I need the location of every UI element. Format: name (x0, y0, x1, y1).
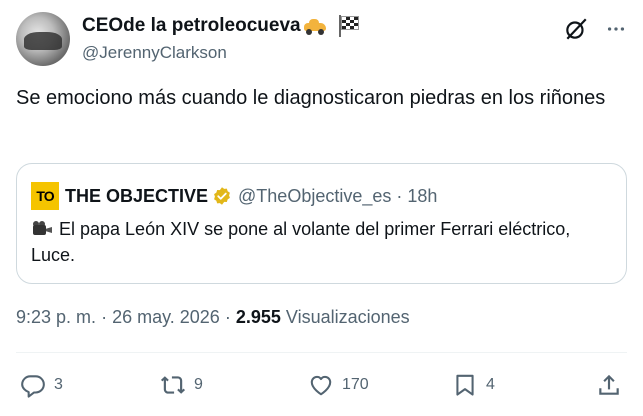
author-display-name[interactable]: CEOde la petroleocueva (82, 14, 359, 38)
share-button[interactable] (596, 372, 622, 398)
divider (16, 352, 627, 353)
like-count: 170 (342, 376, 369, 393)
like-button[interactable]: 170 (308, 372, 369, 398)
views-label[interactable]: Visualizaciones (286, 307, 410, 327)
bookmark-button[interactable]: 4 (452, 372, 495, 398)
repost-count: 9 (194, 376, 203, 393)
more-options-icon[interactable] (605, 18, 627, 40)
avatar[interactable] (16, 12, 70, 66)
quoted-tweet-time[interactable]: 18h (407, 186, 437, 207)
heart-icon (310, 375, 332, 396)
views-count[interactable]: 2.955 (236, 307, 281, 327)
tweet-time[interactable]: 9:23 p. m. (16, 307, 96, 327)
repost-icon (160, 376, 186, 394)
bookmark-count: 4 (486, 376, 495, 393)
separator-dot: · (224, 307, 231, 327)
share-icon (599, 374, 619, 395)
separator-dot: · (396, 185, 403, 206)
tweet-header: CEOde la petroleocueva @JerennyClarkson (16, 12, 627, 68)
separator-dot: · (101, 307, 108, 327)
reply-icon (21, 375, 45, 398)
quoted-author-name[interactable]: THE OBJECTIVE (65, 186, 208, 207)
verified-badge-icon (214, 187, 230, 205)
grok-icon[interactable] (563, 16, 589, 42)
the-objective-logo[interactable]: TO (31, 182, 59, 210)
checkered-flag-icon (337, 15, 359, 37)
quoted-tweet[interactable]: TO THE OBJECTIVE @TheObjective_es · 18h … (16, 163, 627, 284)
repost-button[interactable]: 9 (160, 372, 203, 398)
quoted-author-handle[interactable]: @TheObjective_es (238, 186, 391, 207)
quoted-tweet-text: El papa León XIV se pone al volante del … (31, 216, 611, 268)
author-display-name-text[interactable]: CEOde la petroleocueva (82, 14, 301, 38)
quoted-tweet-header: TO THE OBJECTIVE @TheObjective_es · 18h (31, 182, 437, 210)
reply-button[interactable]: 3 (20, 372, 63, 398)
quoted-tweet-text-content: El papa León XIV se pone al volante del … (31, 219, 571, 265)
author-names: CEOde la petroleocueva @JerennyClarkson (82, 14, 359, 64)
reply-count: 3 (54, 376, 63, 393)
tweet-text: Se emociono más cuando le diagnosticaron… (16, 87, 606, 109)
movie-camera-icon (31, 221, 53, 236)
bookmark-icon (456, 374, 474, 396)
tweet-date[interactable]: 26 may. 2026 (112, 307, 220, 327)
top-actions (563, 16, 627, 42)
car-emoji-icon (303, 18, 327, 35)
tweet-meta: 9:23 p. m. · 26 may. 2026 · 2.955 Visual… (16, 307, 410, 328)
action-bar: 3 9 170 4 (16, 372, 627, 400)
author-username[interactable]: @JerennyClarkson (82, 42, 359, 64)
